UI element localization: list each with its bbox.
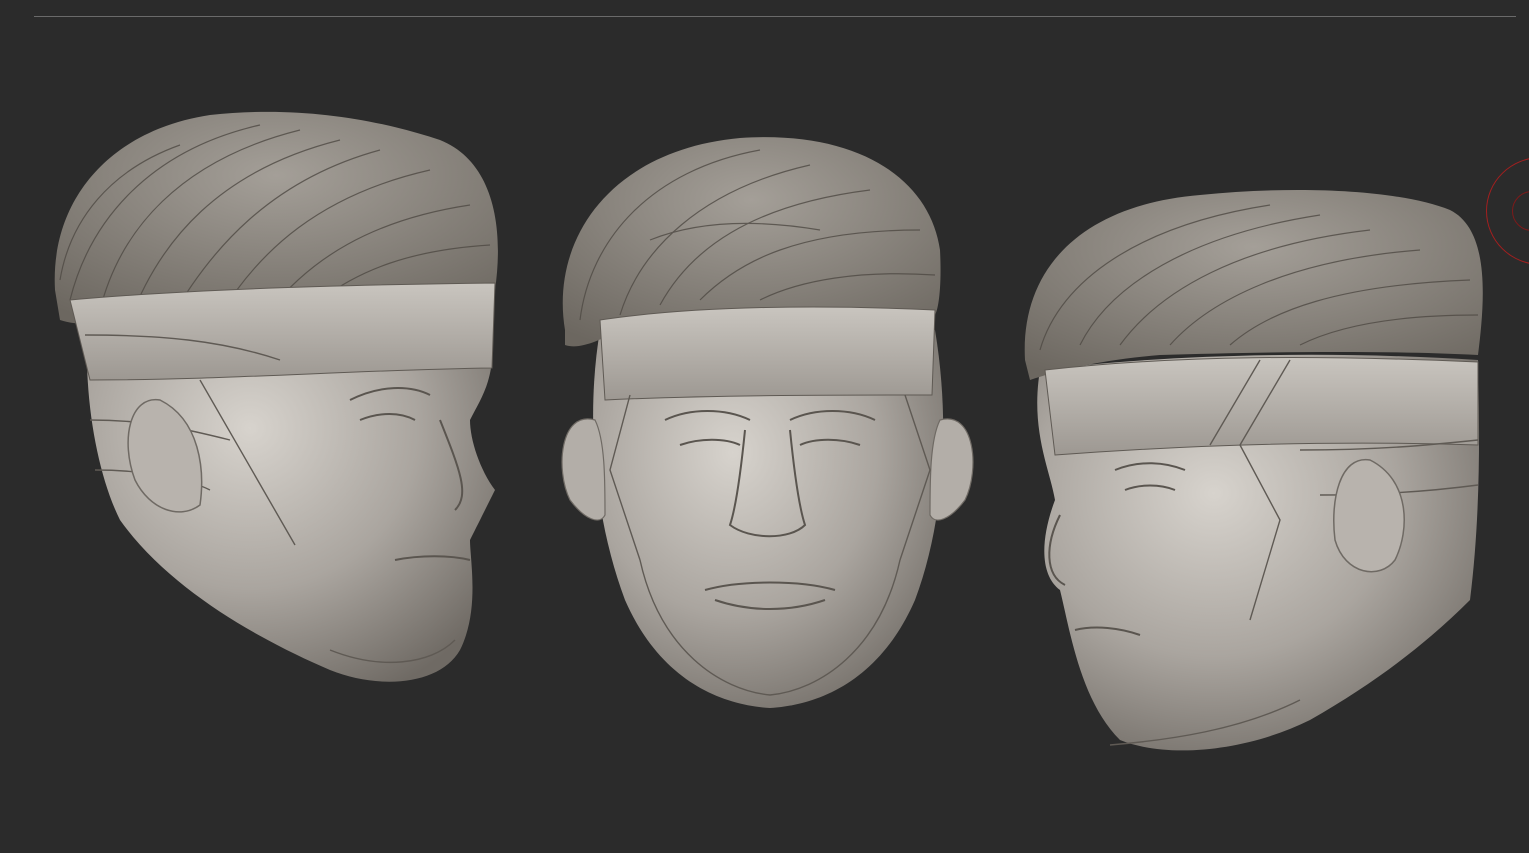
head-center-headband (599, 306, 936, 401)
head-right-headband (1044, 356, 1479, 456)
3d-viewport[interactable] (0, 0, 1529, 853)
head-center-front[interactable] (561, 137, 974, 708)
head-center-ear-right (929, 418, 974, 521)
head-left-three-quarter[interactable] (54, 111, 498, 682)
sculpt-scene[interactable] (0, 0, 1529, 853)
head-left-headband (69, 282, 496, 381)
head-right-profile[interactable] (1024, 190, 1483, 751)
head-right-hair (1024, 190, 1483, 380)
head-center-ear-left (561, 418, 606, 521)
